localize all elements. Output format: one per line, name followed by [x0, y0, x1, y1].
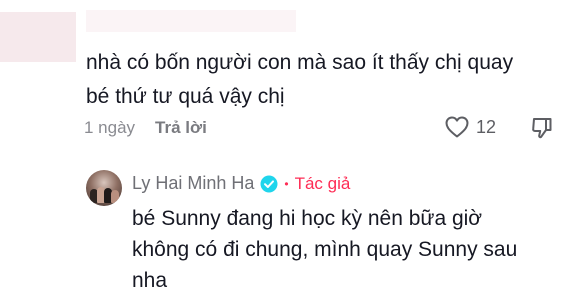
reply-line-3: nha [132, 269, 168, 292]
commenter-name-redacted[interactable] [86, 10, 296, 32]
separator-dot: • [284, 176, 289, 191]
heart-outline-icon [444, 115, 470, 139]
like-button[interactable]: 12 [444, 115, 496, 139]
reply-line-2: không có đi chung, mình quay Sunny sau [132, 238, 518, 261]
like-count: 12 [476, 116, 497, 137]
reply-header: Ly Hai Minh Ha • Tác giả [132, 173, 350, 194]
reply-body: bé Sunny đang hi học kỳ nên bữa giờ khôn… [132, 203, 552, 296]
reply-button[interactable]: Trả lời [155, 118, 207, 138]
commenter-avatar-redacted[interactable] [0, 12, 76, 62]
comment-meta-row: 1 ngày Trả lời [84, 118, 207, 138]
comment-line-2: bé thứ tư quá vậy chị [86, 85, 285, 108]
comment-timestamp: 1 ngày [84, 118, 136, 137]
reply-author-name[interactable]: Ly Hai Minh Ha [132, 173, 254, 194]
verified-badge-icon [260, 175, 278, 193]
dislike-button[interactable] [530, 116, 554, 145]
comment-body: nhà có bốn người con mà sao ít thấy chị … [86, 46, 556, 114]
comment-line-1: nhà có bốn người con mà sao ít thấy chị … [86, 51, 514, 74]
reply-line-1: bé Sunny đang hi học kỳ nên bữa giờ [132, 207, 483, 230]
thumbs-down-outline-icon [530, 118, 554, 144]
creator-badge: Tác giả [294, 173, 351, 193]
reply-author-avatar[interactable] [86, 170, 122, 206]
